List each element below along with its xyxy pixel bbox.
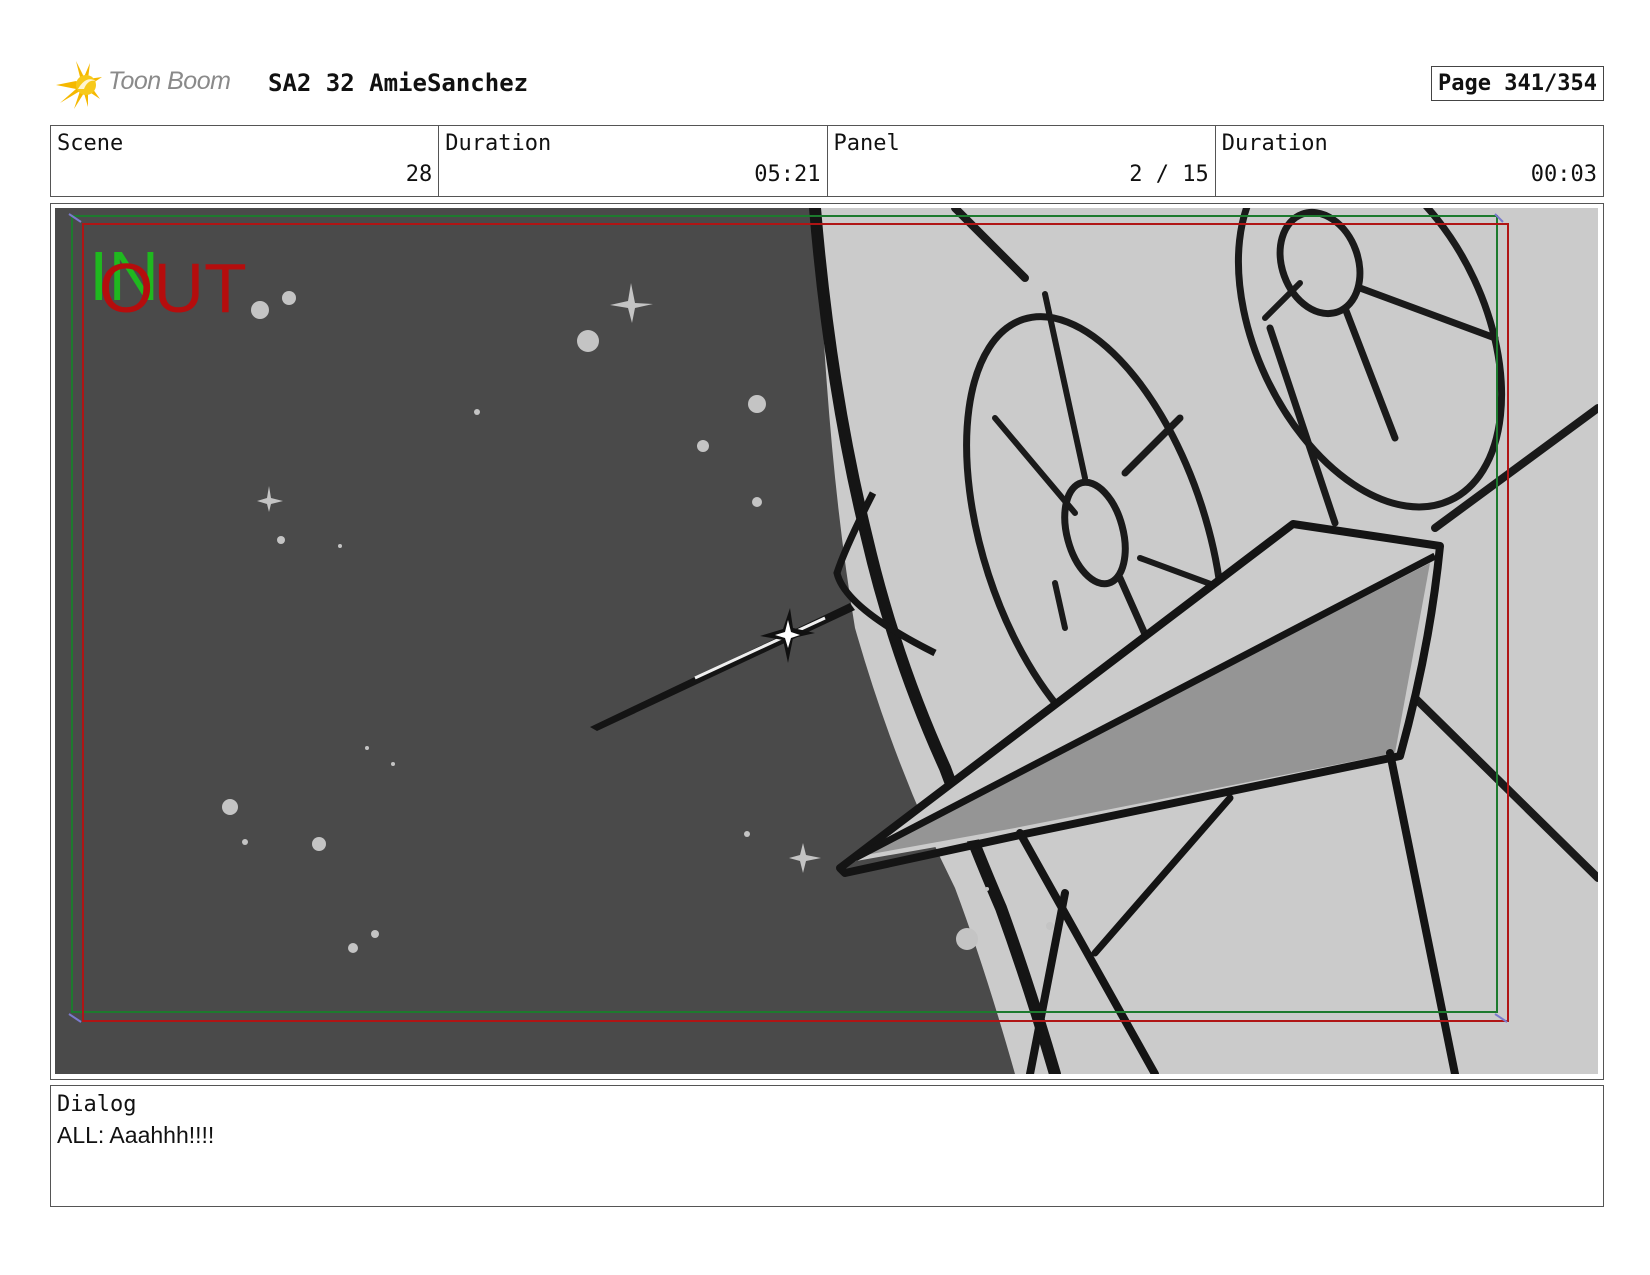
storyboard-panel: IN OUT [50, 203, 1604, 1080]
dialog-label: Dialog [57, 1092, 137, 1117]
scene-label: Scene [57, 131, 124, 156]
storyboard-header: Toon Boom SA2 32 AmieSanchez Page 341/35… [50, 55, 1605, 115]
panel-label: Panel [833, 131, 900, 156]
scene-cell: Scene 28 [51, 126, 440, 196]
panel-info-table: Scene 28 Duration 05:21 Panel 2 / 15 Dur… [50, 125, 1604, 197]
scene-duration-value: 05:21 [754, 162, 821, 187]
panel-duration-cell: Duration 00:03 [1216, 126, 1603, 196]
page-number: Page 341/354 [1431, 66, 1604, 101]
panel-drawing: IN OUT [55, 208, 1598, 1074]
panel-cell: Panel 2 / 15 [828, 126, 1216, 196]
panel-duration-value: 00:03 [1530, 162, 1597, 187]
starburst-icon [56, 61, 102, 109]
out-marker: OUT [99, 249, 247, 327]
logo-wordmark: Toon Boom [108, 67, 231, 95]
panel-value: 2 / 15 [1129, 162, 1209, 187]
dialog-box: Dialog ALL: Aaahhh!!!! [50, 1085, 1604, 1207]
panel-duration-label: Duration [1221, 131, 1328, 156]
project-title: SA2 32 AmieSanchez [268, 69, 529, 97]
scene-duration-label: Duration [445, 131, 552, 156]
scene-value: 28 [405, 162, 433, 187]
dialog-text: ALL: Aaahhh!!!! [57, 1122, 215, 1148]
scene-duration-cell: Duration 05:21 [439, 126, 828, 196]
